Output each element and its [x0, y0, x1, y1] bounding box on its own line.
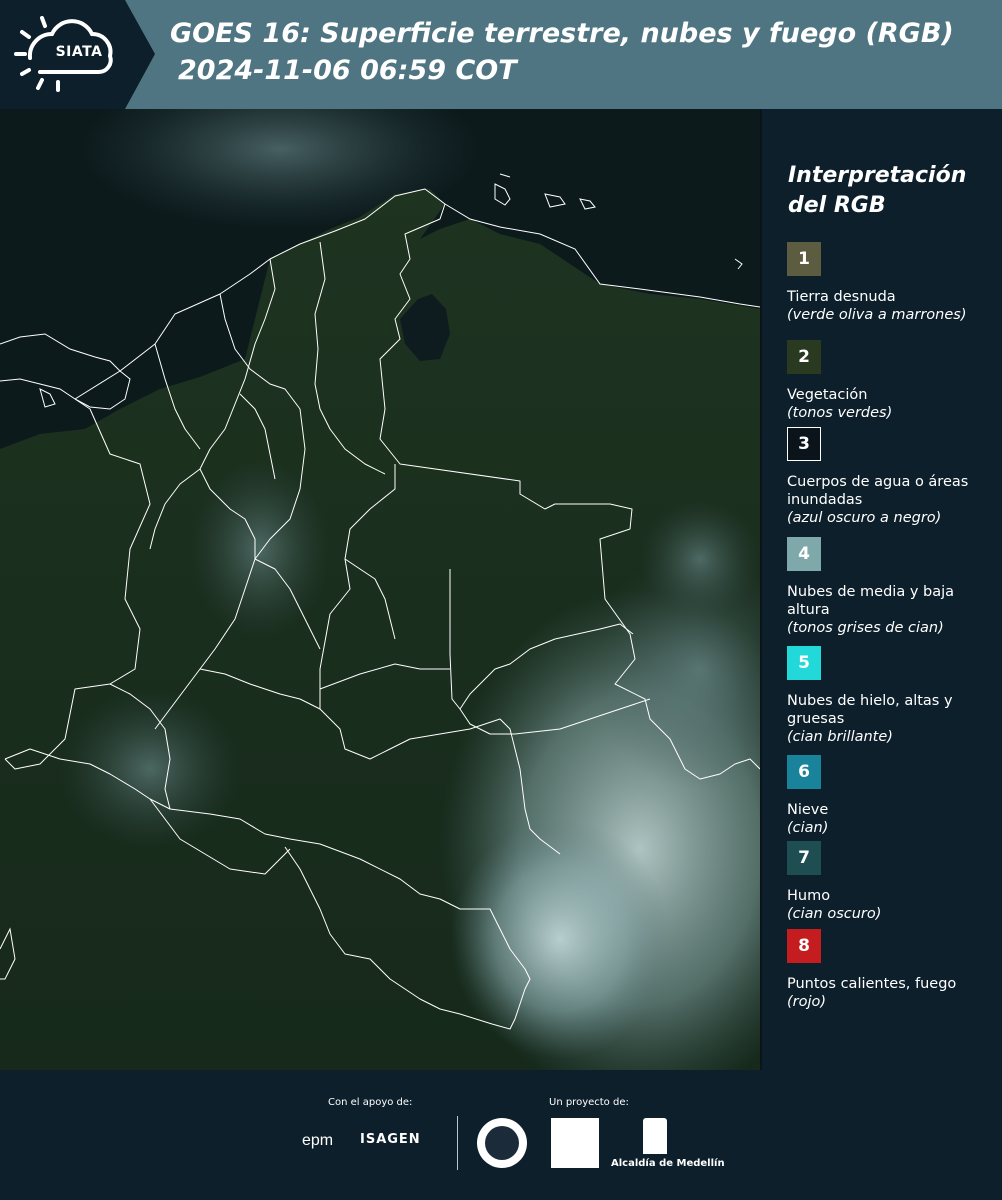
- legend-item-7: 7 Humo (cian oscuro): [787, 841, 997, 923]
- legend-label: Puntos calientes, fuego: [787, 976, 957, 992]
- legend-swatch: 6: [787, 755, 821, 789]
- legend-note: (cian oscuro): [787, 906, 882, 922]
- legend-note: (rojo): [787, 994, 827, 1010]
- legend-swatch: 3: [787, 427, 821, 461]
- legend-label: Vegetación: [787, 387, 868, 403]
- siata-logo-text: SIATA: [55, 44, 103, 60]
- legend-item-1: 1 Tierra desnuda (verde oliva a marrones): [787, 242, 997, 324]
- isagen-logo: ISAGEN: [360, 1132, 421, 1147]
- legend-label: Humo: [787, 888, 831, 904]
- siata-logo: SIATA: [0, 0, 160, 109]
- area-metropolitana-logo: [551, 1118, 599, 1168]
- legend-item-8: 8 Puntos calientes, fuego (rojo): [787, 929, 997, 1011]
- legend-swatch: 8: [787, 929, 821, 963]
- legend-note: (verde oliva a marrones): [787, 307, 967, 323]
- header: SIATA GOES 16: Superficie terrestre, nub…: [0, 0, 1002, 109]
- page-title: GOES 16: Superficie terrestre, nubes y f…: [170, 18, 954, 49]
- legend-label: Nieve: [787, 802, 829, 818]
- footer: Con el apoyo de: Un proyecto de: epm ISA…: [0, 1070, 1002, 1200]
- legend-item-4: 4 Nubes de media y baja altura (tonos gris…: [787, 537, 997, 637]
- legend-swatch: 5: [787, 646, 821, 680]
- alcaldia-emblem-icon: [643, 1118, 667, 1154]
- legend-note: (cian): [787, 820, 829, 836]
- legend-item-3: 3 Cuerpos de agua o áreas inundadas (azul …: [787, 427, 997, 527]
- legend-label: Cuerpos de agua o áreas inundadas: [787, 474, 969, 508]
- legend-swatch: 1: [787, 242, 821, 276]
- satellite-image: [0, 109, 760, 1070]
- legend-item-2: 2 Vegetación (tonos verdes): [787, 340, 997, 422]
- project-label: Un proyecto de:: [549, 1097, 629, 1108]
- legend-label: Nubes de hielo, altas y gruesas: [787, 693, 953, 727]
- alcaldia-label: Alcaldía de Medellín: [611, 1158, 725, 1169]
- satellite-map[interactable]: [0, 109, 762, 1070]
- legend-swatch: 4: [787, 537, 821, 571]
- legend-label: Tierra desnuda: [787, 289, 896, 305]
- legend-note: (cian brillante): [787, 729, 893, 745]
- legend-item-5: 5 Nubes de hielo, altas y gruesas (cian br…: [787, 646, 997, 746]
- legend-panel: Interpretación del RGB 1 Tierra desnuda (v…: [762, 109, 1002, 1070]
- legend-label: Nubes de media y baja altura: [787, 584, 955, 618]
- page-timestamp: 2024-11-06 06:59 COT: [178, 55, 517, 86]
- footer-divider: [457, 1116, 458, 1170]
- legend-item-6: 6 Nieve (cian): [787, 755, 997, 837]
- legend-note: (tonos grises de cian): [787, 620, 944, 636]
- legend-note: (tonos verdes): [787, 405, 893, 421]
- legend-swatch: 7: [787, 841, 821, 875]
- legend-title: Interpretación del RGB: [788, 163, 967, 218]
- medellin-seal-logo: [477, 1118, 527, 1168]
- legend-note: (azul oscuro a negro): [787, 510, 942, 526]
- support-label: Con el apoyo de:: [328, 1097, 413, 1108]
- epm-logo: epm: [302, 1132, 334, 1149]
- legend-swatch: 2: [787, 340, 821, 374]
